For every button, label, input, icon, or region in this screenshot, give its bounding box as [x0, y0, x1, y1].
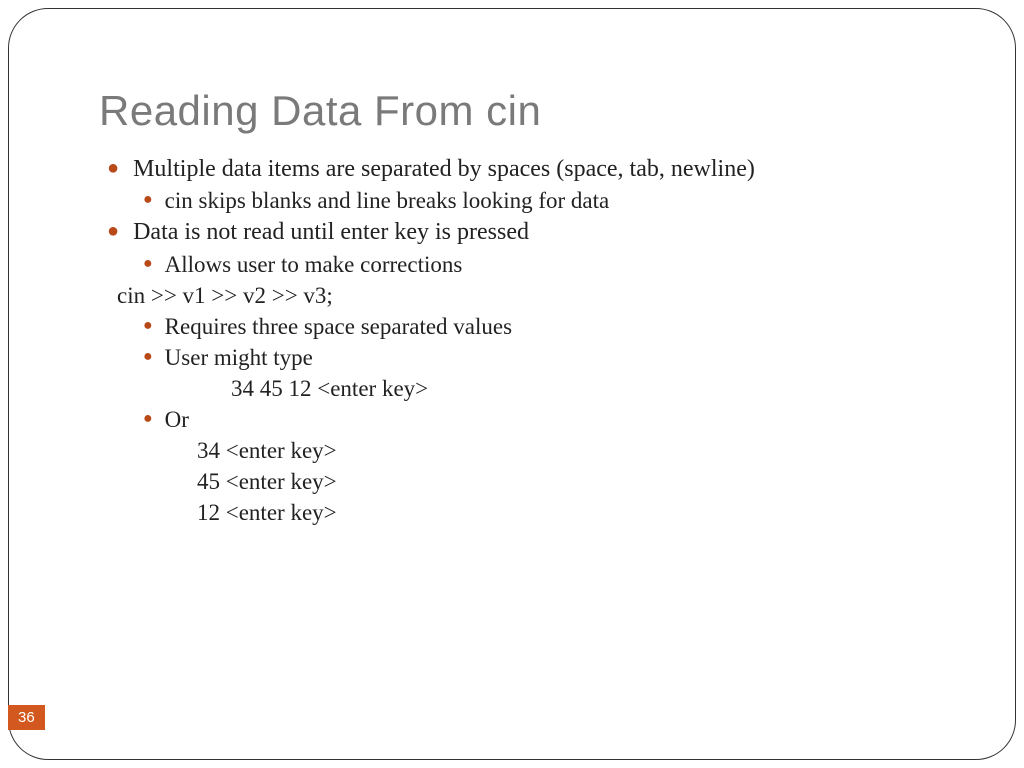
bullet-dot-icon: ●: [107, 216, 119, 246]
bullet-sub-item: ● User might type: [143, 342, 925, 373]
slide-content: Reading Data From cin ● Multiple data it…: [9, 9, 1015, 568]
bullet-text: User might type: [165, 342, 313, 373]
bullet-text: Requires three space separated values: [165, 311, 512, 342]
bullet-text: Multiple data items are separated by spa…: [133, 153, 755, 185]
bullet-sub-item: ● Allows user to make corrections: [143, 249, 925, 280]
bullet-dot-icon: ●: [143, 185, 153, 215]
example-line: 45 <enter key>: [197, 466, 925, 497]
bullet-item: ● Data is not read until enter key is pr…: [107, 216, 925, 248]
bullet-text: Allows user to make corrections: [165, 249, 463, 280]
bullet-text: Data is not read until enter key is pres…: [133, 216, 529, 248]
bullet-text: cin skips blanks and line breaks looking…: [165, 185, 610, 216]
bullet-dot-icon: ●: [143, 342, 153, 372]
bullet-text: Or: [165, 404, 189, 435]
bullet-sub-item: ● cin skips blanks and line breaks looki…: [143, 185, 925, 216]
bullet-item: ● Multiple data items are separated by s…: [107, 153, 925, 185]
bullet-dot-icon: ●: [143, 404, 153, 434]
slide-title: Reading Data From cin: [99, 87, 925, 135]
page-number-badge: 36: [8, 705, 45, 730]
slide-frame: Reading Data From cin ● Multiple data it…: [8, 8, 1016, 760]
bullet-dot-icon: ●: [143, 311, 153, 341]
example-line: 12 <enter key>: [197, 497, 925, 528]
bullet-sub-item: ● Requires three space separated values: [143, 311, 925, 342]
example-line: 34 45 12 <enter key>: [231, 373, 925, 404]
bullet-sub-item: ● Or: [143, 404, 925, 435]
bullet-dot-icon: ●: [143, 249, 153, 279]
code-line: cin >> v1 >> v2 >> v3;: [117, 280, 925, 311]
bullet-dot-icon: ●: [107, 153, 119, 183]
example-line: 34 <enter key>: [197, 435, 925, 466]
